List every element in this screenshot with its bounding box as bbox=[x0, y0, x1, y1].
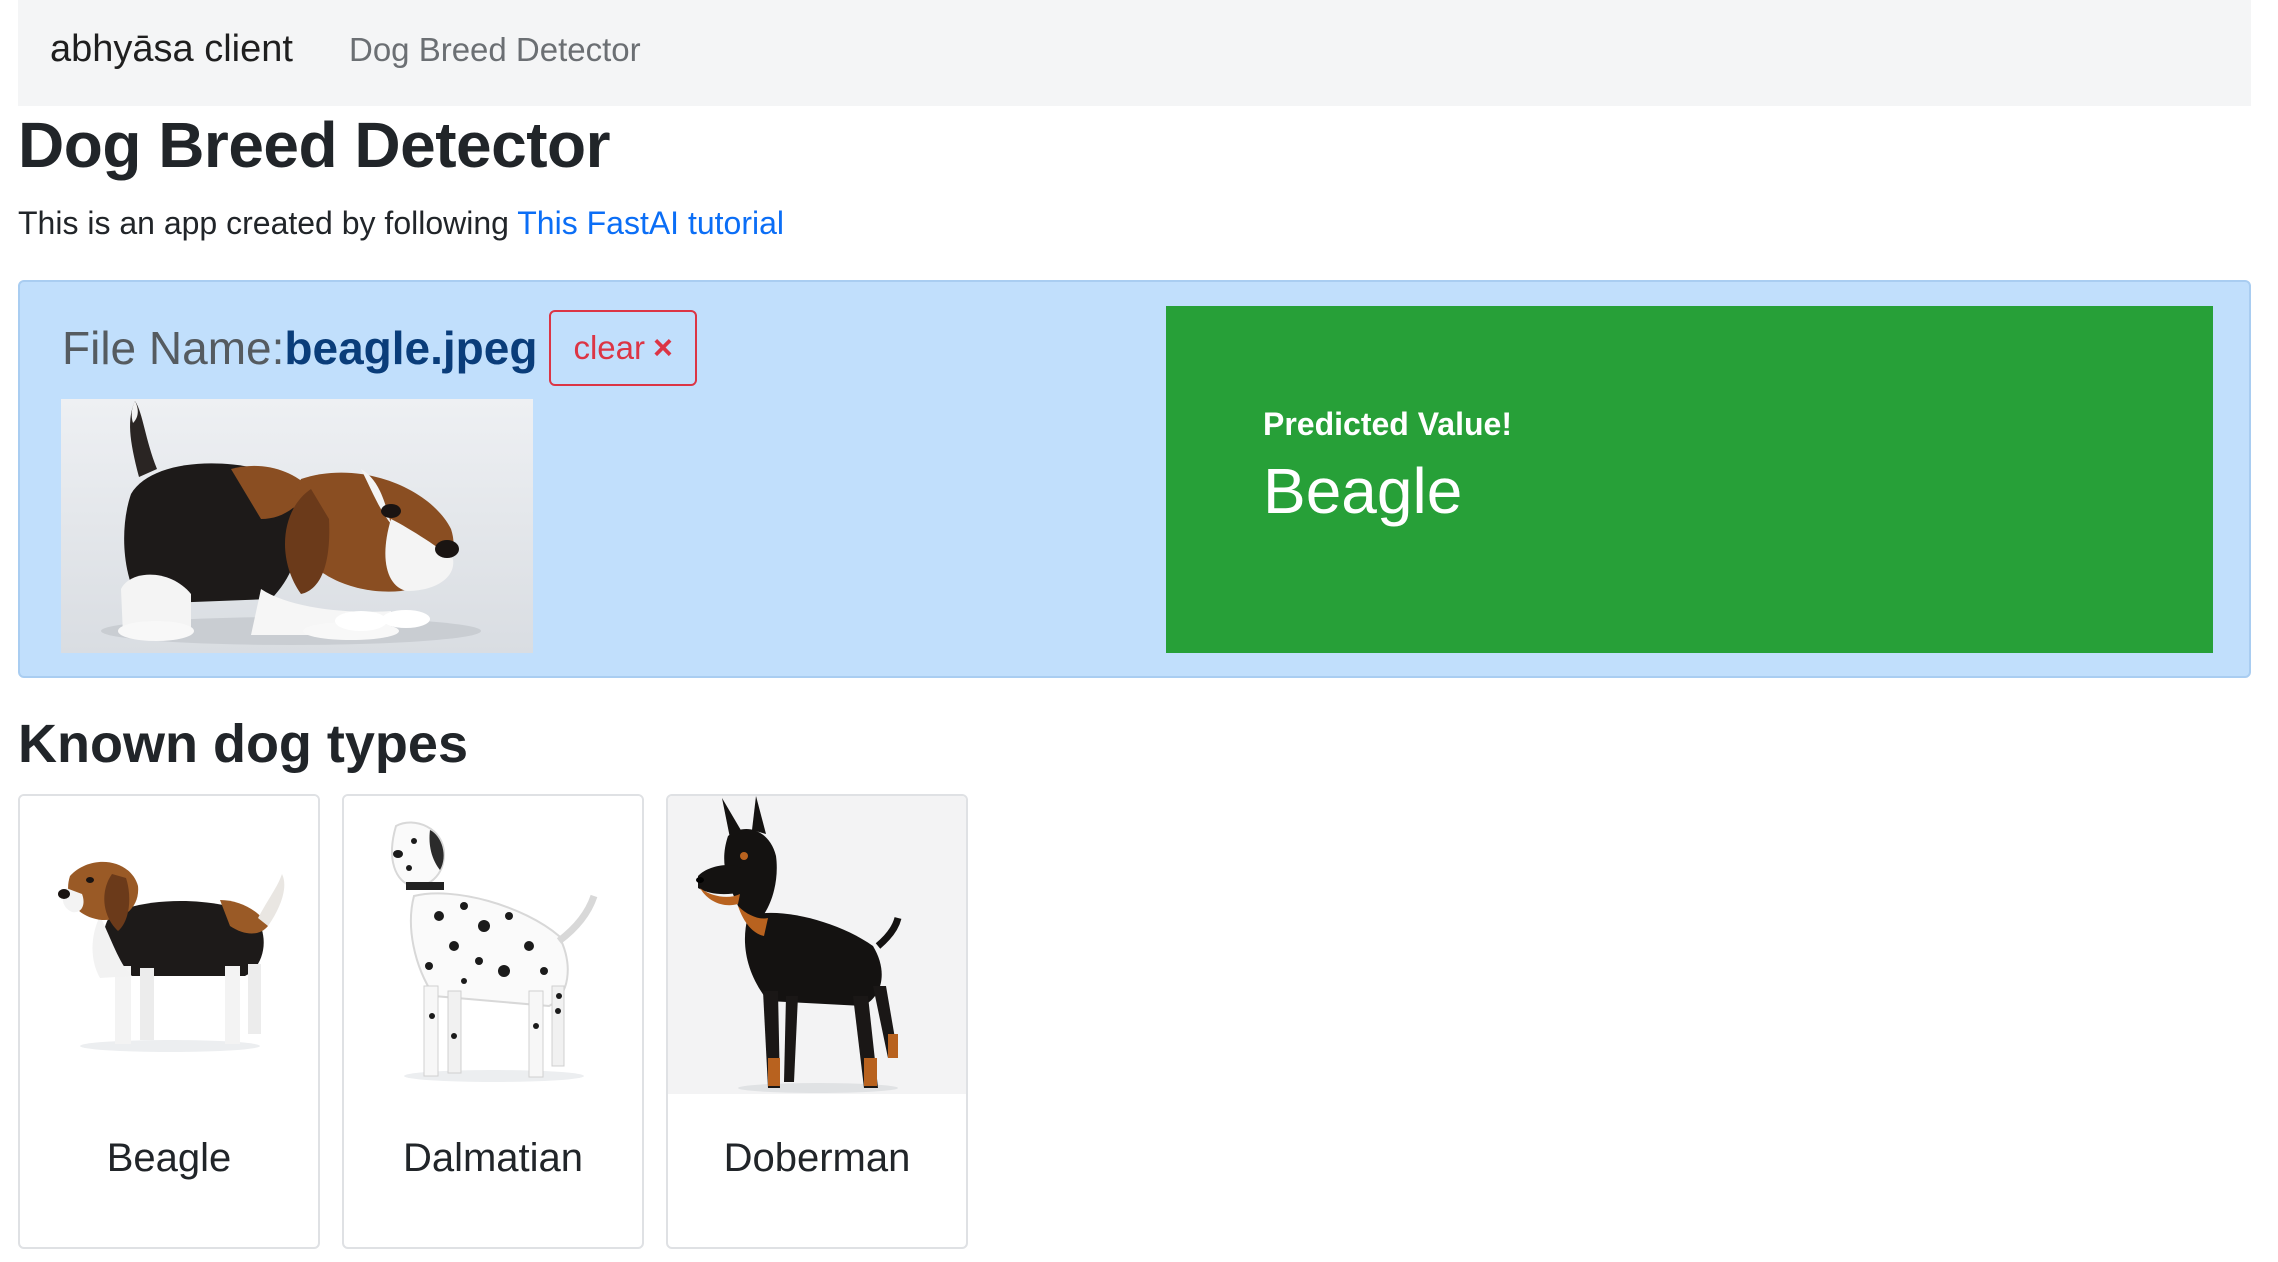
uploaded-image bbox=[61, 399, 533, 653]
prediction-label: Predicted Value! bbox=[1263, 406, 1512, 442]
upload-result-panel: File Name: beagle.jpeg clear × Predicted… bbox=[18, 280, 2251, 678]
navbar-brand[interactable]: abhyāsa client bbox=[50, 28, 293, 71]
dog-card-title: Doberman bbox=[723, 1136, 911, 1180]
prediction-value: Beagle bbox=[1263, 455, 1463, 527]
known-dog-types-heading: Known dog types bbox=[18, 714, 468, 774]
dalmatian-image bbox=[344, 796, 642, 1094]
nav-link-dog-breed-detector[interactable]: Dog Breed Detector bbox=[349, 31, 641, 69]
clear-button[interactable]: clear × bbox=[549, 310, 697, 386]
dog-card-doberman[interactable]: Doberman bbox=[666, 794, 968, 1249]
file-name-row: File Name: beagle.jpeg clear × bbox=[62, 310, 697, 386]
file-name-value: beagle.jpeg bbox=[284, 322, 538, 374]
top-navbar: abhyāsa client Dog Breed Detector bbox=[18, 0, 2251, 106]
prediction-card: Predicted Value! Beagle bbox=[1166, 306, 2213, 653]
clear-button-label: clear bbox=[573, 329, 645, 366]
close-icon: × bbox=[653, 328, 673, 367]
dog-card-title: Beagle bbox=[106, 1136, 232, 1180]
beagle-image bbox=[20, 796, 318, 1094]
page-title: Dog Breed Detector bbox=[18, 109, 611, 181]
intro-text-body: This is an app created by following bbox=[18, 205, 518, 241]
intro-text: This is an app created by following This… bbox=[18, 205, 784, 242]
doberman-image bbox=[668, 796, 966, 1094]
dog-card-dalmatian[interactable]: Dalmatian bbox=[342, 794, 644, 1249]
dog-card-beagle[interactable]: Beagle bbox=[18, 794, 320, 1249]
file-name-label: File Name: bbox=[62, 322, 285, 374]
beagle-puppy-image bbox=[61, 399, 533, 653]
fastai-tutorial-link[interactable]: This FastAI tutorial bbox=[517, 205, 784, 241]
dog-card-title: Dalmatian bbox=[402, 1136, 584, 1180]
